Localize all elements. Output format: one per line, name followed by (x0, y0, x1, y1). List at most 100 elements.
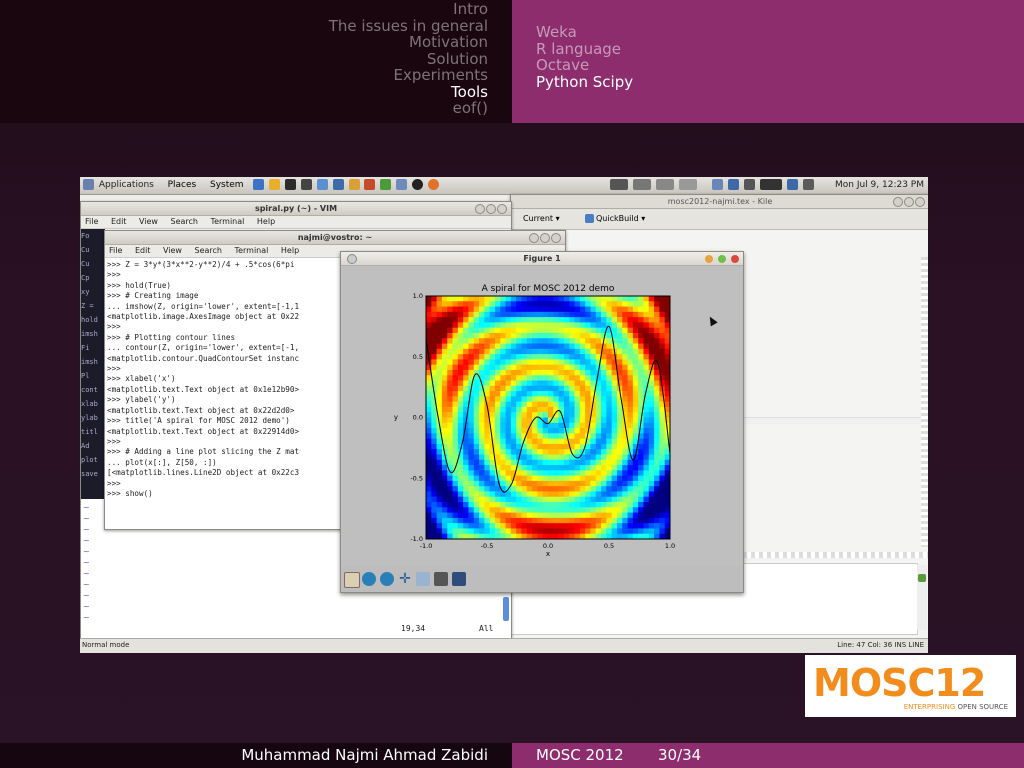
nav-section-motivation[interactable]: Motivation (329, 34, 488, 51)
terminal-menu-help[interactable]: Help (281, 246, 299, 255)
vim-menu-file[interactable]: File (85, 217, 98, 226)
terminal-minimize-button[interactable] (529, 233, 539, 243)
back-arrow-icon[interactable] (362, 572, 376, 586)
kile-minimize-button[interactable] (893, 197, 903, 207)
heatmap-cell (548, 306, 554, 313)
heatmap-cell (479, 496, 485, 503)
nav-sub-python[interactable]: Python Scipy (536, 73, 633, 91)
heatmap-cell (526, 512, 533, 519)
heatmap-cell (622, 296, 629, 302)
subplot-config-icon[interactable] (434, 572, 448, 586)
heatmap-cell (479, 311, 485, 318)
terminal-menu-edit[interactable]: Edit (135, 246, 151, 255)
nav-sub-weka[interactable]: Weka (536, 24, 633, 41)
heatmap-cell (457, 528, 464, 535)
kile-scrollbar[interactable] (921, 257, 928, 547)
kile-close-button[interactable] (915, 197, 925, 207)
heatmap-cell (643, 332, 650, 339)
spreadsheet-launcher-icon[interactable] (380, 179, 392, 190)
terminal-maximize-button[interactable] (540, 233, 550, 243)
battery-tray-icon[interactable] (802, 179, 814, 190)
nav-section-solution[interactable]: Solution (329, 50, 488, 68)
vim-maximize-button[interactable] (486, 204, 496, 214)
system-monitor-icon[interactable] (760, 179, 782, 190)
workspace-switcher-1[interactable] (610, 179, 628, 190)
terminal-close-button[interactable] (551, 233, 561, 243)
heatmap-cell (595, 412, 602, 419)
kile-build-select[interactable]: Current ▾ (523, 209, 560, 229)
vim-menu-help[interactable]: Help (257, 217, 275, 226)
kile-titlebar[interactable]: mosc2012-najmi.tex - Kile (511, 195, 928, 209)
vim-menu-view[interactable]: View (139, 217, 158, 226)
panel-clock[interactable]: Mon Jul 9, 12:23 PM (835, 180, 924, 190)
workspace-switcher-2[interactable] (632, 179, 651, 190)
heatmap-cell (468, 486, 475, 493)
workspace-switcher-4[interactable] (678, 179, 697, 190)
figure-minimize-button[interactable] (705, 255, 714, 263)
media-launcher-icon[interactable] (300, 179, 312, 190)
terminal-titlebar[interactable]: najmi@vostro: ~ (105, 231, 565, 245)
browser-launcher-icon[interactable] (427, 179, 439, 190)
heatmap-cell (426, 459, 432, 466)
heatmap-cell (426, 422, 432, 429)
nav-section-issues[interactable]: The issues in general (329, 17, 488, 35)
save-figure-icon[interactable] (452, 572, 466, 586)
mail-tray-icon[interactable] (712, 179, 724, 190)
bluetooth-tray-icon[interactable] (786, 179, 798, 190)
forward-arrow-icon[interactable] (380, 572, 394, 586)
heatmap-cell (441, 523, 448, 530)
vim-titlebar[interactable]: spiral.py (~) - VIM (81, 202, 511, 216)
mail-launcher-icon[interactable] (348, 179, 360, 190)
heatmap-cell (516, 359, 523, 366)
terminal-menu-search[interactable]: Search (195, 246, 222, 255)
volume-tray-icon[interactable] (744, 179, 756, 190)
vim-menu-terminal[interactable]: Terminal (211, 217, 245, 226)
firefox-launcher-icon[interactable] (253, 179, 265, 190)
vim-menu-search[interactable]: Search (171, 217, 198, 226)
nav-sub-r[interactable]: R language (536, 40, 633, 58)
system-menu[interactable]: System (210, 180, 244, 190)
heatmap-cell (611, 475, 618, 482)
record-launcher-icon[interactable] (412, 179, 424, 190)
network-tray-icon[interactable] (728, 179, 740, 190)
editor-launcher-icon[interactable] (396, 179, 408, 190)
figure-menu-icon[interactable] (347, 254, 357, 264)
chat-launcher-icon[interactable] (316, 179, 328, 190)
heatmap-cell (643, 412, 650, 419)
heatmap-cell (579, 354, 586, 360)
matplotlib-figure-window[interactable]: Figure 1 -1.0 -0.5 0.0 0.5 1.0 1.0 0.5 0.0 -0.5-… (340, 251, 744, 593)
log-status-icon[interactable] (918, 573, 926, 582)
figure-titlebar[interactable]: Figure 1 (341, 252, 743, 266)
nav-sub-octave[interactable]: Octave (536, 57, 633, 74)
heatmap-cell (553, 459, 560, 466)
vim-scrollbar-thumb[interactable] (503, 597, 509, 621)
places-menu[interactable]: Places (168, 180, 197, 190)
nav-section-eof[interactable]: eof() (329, 100, 488, 117)
vim-close-button[interactable] (497, 204, 507, 214)
nav-section-experiments[interactable]: Experiments (329, 67, 488, 84)
terminal-menu-view[interactable]: View (163, 246, 182, 255)
terminal-launcher-icon[interactable] (285, 179, 297, 190)
terminal-menu-terminal[interactable]: Terminal (235, 246, 269, 255)
terminal-menu-file[interactable]: File (109, 246, 122, 255)
heatmap-cell (622, 385, 629, 392)
nav-section-tools[interactable]: Tools (329, 83, 488, 101)
kile-quickbuild-button[interactable]: QuickBuild ▾ (585, 209, 645, 229)
nav-section-intro[interactable]: Intro (329, 1, 488, 18)
applications-menu[interactable]: Applications (99, 180, 154, 190)
network-launcher-icon[interactable] (332, 179, 344, 190)
kile-maximize-button[interactable] (904, 197, 914, 207)
figure-close-button[interactable] (731, 255, 739, 263)
folder-launcher-icon[interactable] (269, 179, 281, 190)
heatmap-cell (627, 502, 634, 508)
vim-menu-edit[interactable]: Edit (111, 217, 127, 226)
vim-minimize-button[interactable] (475, 204, 485, 214)
pan-move-icon[interactable]: ✛ (398, 572, 412, 586)
office-launcher-icon[interactable] (364, 179, 376, 190)
heatmap-cell (479, 369, 485, 376)
home-icon[interactable] (344, 572, 360, 588)
workspace-switcher-3[interactable] (655, 179, 674, 190)
zoom-rect-icon[interactable] (416, 572, 430, 586)
figure-maximize-button[interactable] (718, 255, 727, 263)
spiral-chart[interactable]: -1.0 -0.5 0.0 0.5 1.01.00.50.0-0.5-1.0 A spi… (341, 266, 743, 566)
